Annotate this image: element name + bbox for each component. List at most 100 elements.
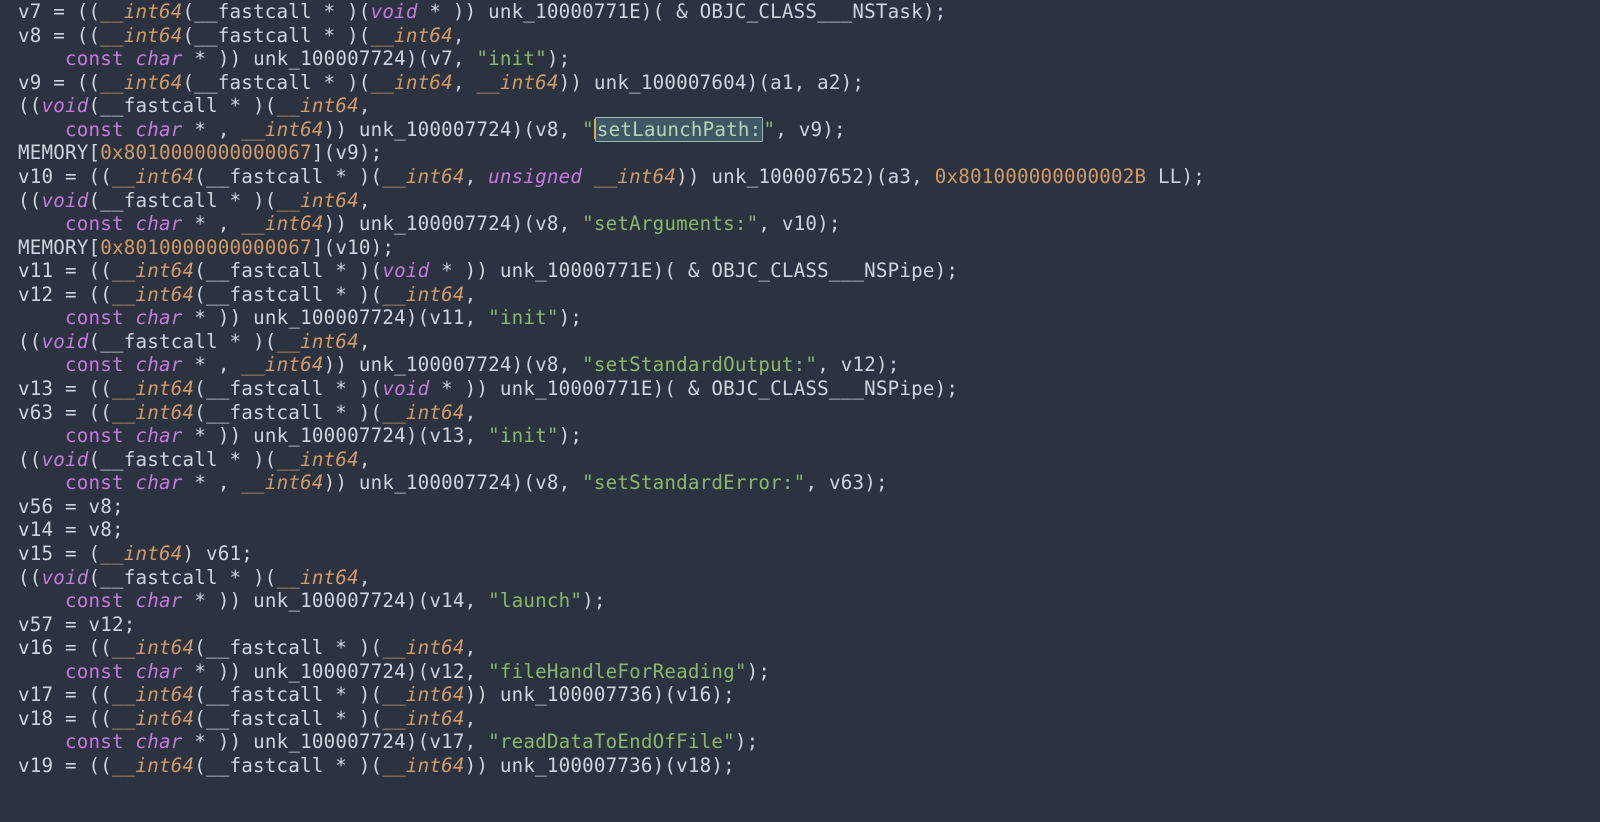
token-default: (__fastcall * )( xyxy=(183,71,371,94)
token-type: __int64 xyxy=(112,707,194,730)
token-default: * , xyxy=(183,353,242,376)
token-default: , xyxy=(453,71,477,94)
token-str: " xyxy=(763,118,775,141)
token-num: 0x8010000000000067 xyxy=(100,236,312,259)
token-str: "init" xyxy=(476,47,547,70)
code-line: const char * )) unk_100007724)(v13, "ini… xyxy=(18,424,582,447)
token-default: * , xyxy=(183,212,242,235)
token-default: ](v9); xyxy=(312,141,383,164)
token-default: , xyxy=(465,283,477,306)
token-default: v17 = (( xyxy=(18,683,112,706)
token-kw: const xyxy=(65,589,124,612)
token-default: , v9); xyxy=(775,118,846,141)
token-default: v16 = (( xyxy=(18,636,112,659)
token-default xyxy=(18,660,65,683)
token-type: __int64 xyxy=(241,212,323,235)
token-default: , xyxy=(465,707,477,730)
token-default: (( xyxy=(18,94,42,117)
token-default: )) unk_100007604)(a1, a2); xyxy=(559,71,865,94)
token-default: , xyxy=(359,189,371,212)
token-default: , xyxy=(359,448,371,471)
token-default: v13 = (( xyxy=(18,377,112,400)
token-default: v57 = v12; xyxy=(18,613,136,636)
code-line: const char * )) unk_100007724)(v14, "lau… xyxy=(18,589,606,612)
decompiled-code-view[interactable]: v7 = ((__int64(__fastcall * )(void * )) … xyxy=(0,0,1600,778)
code-line: const char * )) unk_100007724)(v17, "rea… xyxy=(18,730,758,753)
code-line: const char * , __int64)) unk_100007724)(… xyxy=(18,471,888,494)
code-line: const char * )) unk_100007724)(v12, "fil… xyxy=(18,660,770,683)
token-default: v15 = ( xyxy=(18,542,100,565)
token-void: void xyxy=(42,189,89,212)
token-default xyxy=(18,212,65,235)
token-char: char xyxy=(136,353,183,376)
token-type: __int64 xyxy=(112,636,194,659)
token-type: __int64 xyxy=(100,0,182,23)
token-default: v19 = (( xyxy=(18,754,112,777)
token-char: char xyxy=(136,118,183,141)
token-default xyxy=(124,47,136,70)
code-line: MEMORY[0x8010000000000067](v10); xyxy=(18,236,394,259)
token-default: * )) unk_100007724)(v17, xyxy=(183,730,489,753)
token-default: (( xyxy=(18,189,42,212)
token-default xyxy=(582,165,594,188)
token-type: __int64 xyxy=(382,401,464,424)
token-char: char xyxy=(136,471,183,494)
token-default: (__fastcall * )( xyxy=(194,283,382,306)
token-default: MEMORY[ xyxy=(18,141,100,164)
token-type: __int64 xyxy=(241,118,323,141)
token-type: __int64 xyxy=(112,401,194,424)
code-line: ((void(__fastcall * )(__int64, xyxy=(18,448,371,471)
token-type: __int64 xyxy=(594,165,676,188)
token-num: 0x801000000000002B xyxy=(935,165,1147,188)
token-default: v18 = (( xyxy=(18,707,112,730)
token-default: MEMORY[ xyxy=(18,236,100,259)
token-void: void xyxy=(371,0,418,23)
token-default xyxy=(18,118,65,141)
token-type: __int64 xyxy=(100,542,182,565)
code-line: MEMORY[0x8010000000000067](v9); xyxy=(18,141,382,164)
code-line: v8 = ((__int64(__fastcall * )(__int64, xyxy=(18,24,465,47)
token-default: (__fastcall * )( xyxy=(194,401,382,424)
token-default: , v10); xyxy=(758,212,840,235)
token-default: ); xyxy=(747,660,771,683)
token-default: LL); xyxy=(1146,165,1205,188)
token-default xyxy=(18,306,65,329)
token-kw: const xyxy=(65,353,124,376)
token-str: "launch" xyxy=(488,589,582,612)
token-amp: & xyxy=(676,0,688,23)
token-type: __int64 xyxy=(382,165,464,188)
token-kw: const xyxy=(65,306,124,329)
token-default: (( xyxy=(18,566,42,589)
token-default: v9 = (( xyxy=(18,71,100,94)
token-default: (__fastcall * )( xyxy=(183,24,371,47)
token-default: ](v10); xyxy=(312,236,394,259)
token-default xyxy=(124,424,136,447)
token-default: )) unk_100007724)(v8, xyxy=(324,212,583,235)
token-type: __int64 xyxy=(382,283,464,306)
code-line: v14 = v8; xyxy=(18,518,124,541)
token-default: * )) unk_100007724)(v11, xyxy=(183,306,489,329)
token-kw: const xyxy=(65,212,124,235)
token-type: __int64 xyxy=(277,330,359,353)
token-type: __int64 xyxy=(476,71,558,94)
token-default: , v12); xyxy=(817,353,899,376)
code-line: v17 = ((__int64(__fastcall * )(__int64))… xyxy=(18,683,735,706)
token-str: " xyxy=(582,118,594,141)
token-char: char xyxy=(136,306,183,329)
token-default: ); xyxy=(735,730,759,753)
token-default: )) unk_100007724)(v8, xyxy=(324,353,583,376)
token-default: (__fastcall * )( xyxy=(194,683,382,706)
token-type: __int64 xyxy=(112,165,194,188)
token-default: , xyxy=(359,94,371,117)
token-default: , xyxy=(465,165,489,188)
token-default xyxy=(124,471,136,494)
token-type: __int64 xyxy=(112,259,194,282)
token-kw: const xyxy=(65,660,124,683)
token-default: )) unk_100007736)(v16); xyxy=(465,683,735,706)
token-kw: const xyxy=(65,730,124,753)
token-type: __int64 xyxy=(112,283,194,306)
token-default: ); xyxy=(547,47,571,70)
token-default: v56 = v8; xyxy=(18,495,124,518)
token-default: (__fastcall * )( xyxy=(194,165,382,188)
token-type: __int64 xyxy=(382,754,464,777)
